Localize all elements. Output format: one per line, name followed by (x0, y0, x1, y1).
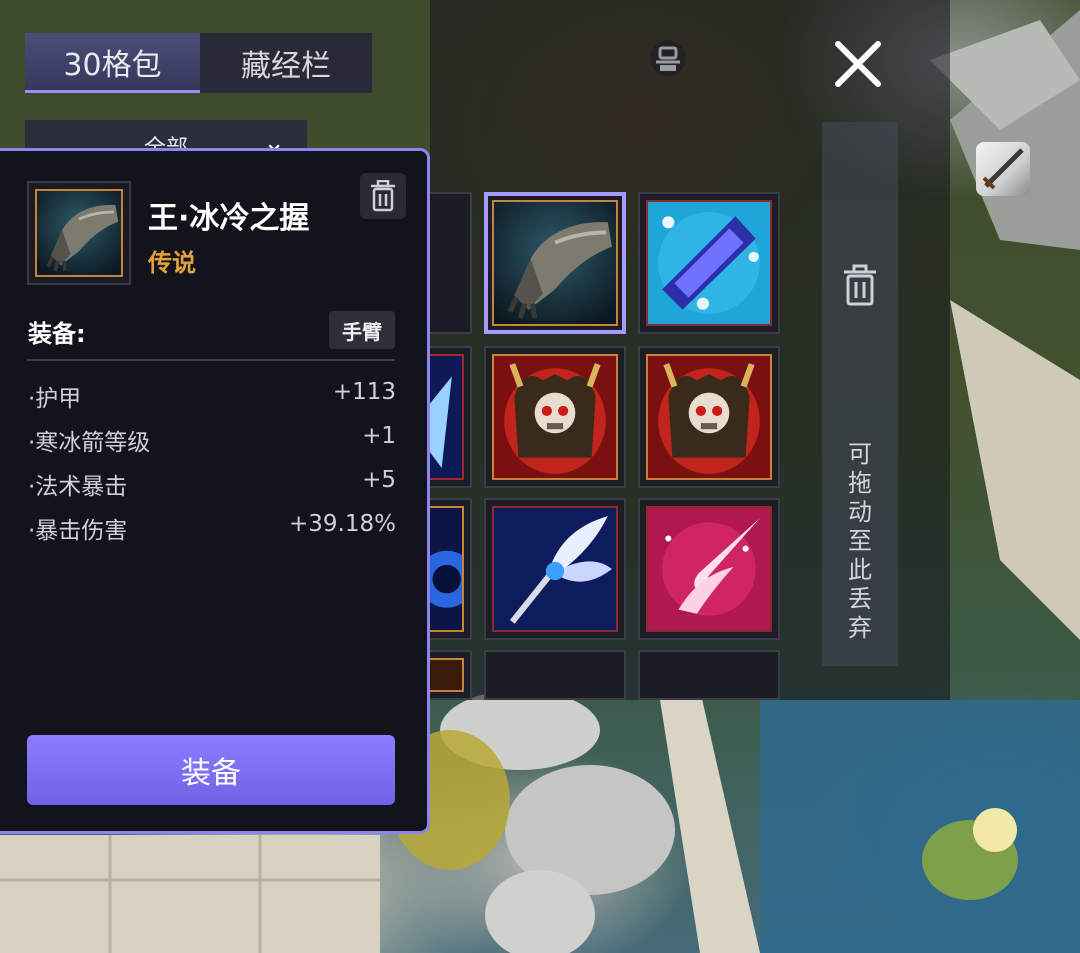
item-rarity: 传说 (148, 249, 196, 277)
divider (27, 359, 395, 361)
inventory-slot[interactable] (484, 346, 626, 488)
sword-skill-icon[interactable] (976, 142, 1030, 196)
gauntlet-icon (494, 202, 616, 324)
gauntlet-icon (37, 191, 121, 275)
stat-value: +113 (332, 379, 396, 405)
item-name: 王·冰冷之握 (148, 201, 310, 236)
discard-hint: 可 拖 动 至 此 丢 弃 (848, 440, 872, 642)
inventory-slot[interactable] (638, 192, 780, 334)
inventory-slot[interactable] (638, 498, 780, 640)
stat-value: +1 (362, 423, 396, 449)
demon-armor-icon (648, 356, 770, 478)
slot-type-badge: 手臂 (329, 311, 395, 349)
delete-item-button[interactable] (360, 173, 406, 219)
stat-row: ·法术暴击 +5 (28, 467, 396, 501)
bag-tabs: 30格包 藏经栏 (25, 33, 372, 93)
stat-name: ·暴击伤害 (28, 518, 128, 544)
equip-button[interactable]: 装备 (27, 735, 395, 805)
item-tooltip: 王·冰冷之握 传说 装备: 手臂 ·护甲 +113 ·寒冰箭等级 +1 ·法术暴… (0, 148, 430, 834)
stat-row: ·暴击伤害 +39.18% (28, 511, 396, 545)
item-icon-frame (27, 181, 131, 285)
close-icon[interactable] (832, 38, 884, 90)
stat-row: ·护甲 +113 (28, 379, 396, 413)
trash-icon (371, 180, 395, 212)
tab-bag-30[interactable]: 30格包 (25, 33, 200, 93)
ice-shard-icon (648, 202, 770, 324)
trash-icon (844, 264, 876, 306)
inventory-slot[interactable] (484, 650, 626, 700)
inventory-slot[interactable] (638, 650, 780, 700)
inventory-slot-selected[interactable] (484, 192, 626, 334)
stat-value: +5 (362, 467, 396, 493)
stat-row: ·寒冰箭等级 +1 (28, 423, 396, 457)
crimson-spell-icon (648, 508, 770, 630)
stat-name: ·寒冰箭等级 (28, 430, 151, 456)
frost-staff-icon (494, 508, 616, 630)
equip-section-label: 装备: (28, 320, 86, 348)
stat-value: +39.18% (289, 511, 396, 537)
discard-drop-zone[interactable]: 可 拖 动 至 此 丢 弃 (822, 122, 898, 666)
inventory-slot[interactable] (638, 346, 780, 488)
demon-armor-icon (494, 356, 616, 478)
stat-name: ·护甲 (28, 386, 82, 412)
stat-name: ·法术暴击 (28, 474, 128, 500)
inventory-slot[interactable] (484, 498, 626, 640)
tab-scripture[interactable]: 藏经栏 (200, 33, 372, 93)
sort-icon[interactable] (650, 36, 686, 78)
